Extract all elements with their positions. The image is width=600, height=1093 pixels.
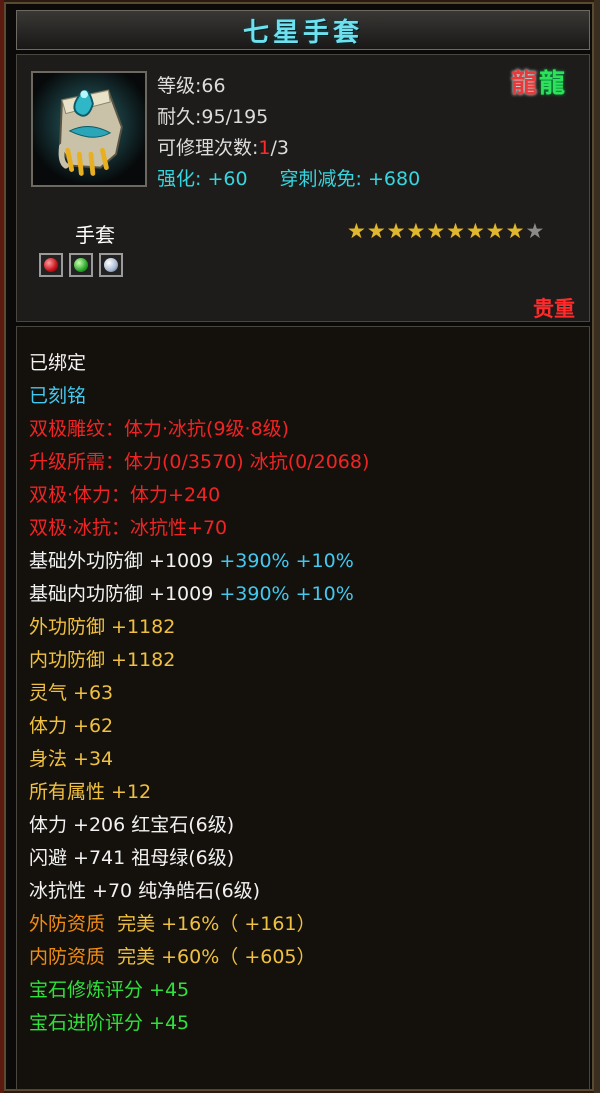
attribute-segment: 身法 +34	[29, 748, 114, 770]
repair-label: 可修理次数:	[157, 137, 259, 159]
attribute-segment: 宝石修炼评分 +45	[29, 979, 190, 1001]
repair-used: 1	[258, 137, 271, 159]
attribute-segment: 体力 +62	[29, 715, 114, 737]
attribute-line: 宝石进阶评分 +45	[29, 1007, 369, 1040]
attribute-line: 外功防御 +1182	[29, 611, 369, 644]
background-right-strip	[594, 0, 600, 1093]
star-filled-icon: ★	[485, 219, 505, 243]
attribute-line: 升级所需：体力(0/3570) 冰抗(0/2068)	[29, 446, 369, 479]
item-type: 手套	[75, 223, 115, 247]
attribute-segment: 灵气 +63	[29, 682, 114, 704]
white-gem-icon	[99, 253, 123, 277]
attribute-line: 内功防御 +1182	[29, 644, 369, 677]
attribute-segment: 双极·体力：体力+240	[29, 484, 221, 506]
attribute-line: 外防资质 完美 +16%（ +161）	[29, 908, 369, 941]
attribute-segment: 升级所需：体力(0/3570) 冰抗(0/2068)	[29, 451, 370, 473]
attribute-segment: 基础内功防御 +1009	[29, 583, 220, 605]
star-filled-icon: ★	[406, 219, 426, 243]
attribute-segment: 内功防御 +1182	[29, 649, 176, 671]
attribute-segment: 完美 +16%（ +161）	[111, 913, 316, 935]
red-dragon-icon: 龍	[511, 69, 538, 99]
attribute-segment: 冰抗性 +70 纯净皓石(6级)	[29, 880, 261, 902]
attribute-line: 所有属性 +12	[29, 776, 369, 809]
attribute-line: 已绑定	[29, 347, 369, 380]
attribute-line: 体力 +206 红宝石(6级)	[29, 809, 369, 842]
attribute-line: 基础内功防御 +1009 +390% +10%	[29, 578, 369, 611]
green-gem-icon	[69, 253, 93, 277]
star-filled-icon: ★	[465, 219, 485, 243]
corner-badges: 龍 龍	[511, 69, 565, 99]
attribute-segment: 宝石进阶评分 +45	[29, 1012, 190, 1034]
attribute-segment: +390% +10%	[219, 550, 354, 572]
item-level: 等级:66	[157, 75, 226, 97]
attribute-line: 灵气 +63	[29, 677, 369, 710]
star-filled-icon: ★	[386, 219, 406, 243]
item-name: 七星手套	[242, 17, 363, 48]
attribute-line: 基础外功防御 +1009 +390% +10%	[29, 545, 369, 578]
star-filled-icon: ★	[366, 219, 386, 243]
star-empty-icon: ★	[525, 219, 545, 243]
attribute-segment: 体力 +206 红宝石(6级)	[29, 814, 235, 836]
item-header-panel: 等级:66 耐久:95/195 可修理次数:1/3 强化: +60 穿刺减免: +…	[16, 54, 590, 322]
star-filled-icon: ★	[446, 219, 465, 243]
attribute-segment: 外功防御 +1182	[29, 616, 176, 638]
item-tooltip: 七星手套 等级:66 耐久:95/195 可修理次数:1/3 强化: +60 穿…	[4, 2, 594, 1091]
attribute-segment: 闪避 +741 祖母绿(6级)	[29, 847, 235, 869]
star-filled-icon: ★	[426, 219, 446, 243]
item-rarity: 贵重	[533, 297, 575, 321]
attribute-segment: +390% +10%	[219, 583, 354, 605]
attribute-segment: 内防资质	[29, 946, 112, 968]
attribute-list: 已绑定已刻铭双极雕纹：体力·冰抗(9级·8级) 升级所需：体力(0/3570) 冰…	[29, 347, 369, 1040]
attribute-line: 闪避 +741 祖母绿(6级)	[29, 842, 369, 875]
repair-total: /3	[270, 137, 290, 159]
attribute-segment: 所有属性 +12	[29, 781, 152, 803]
attribute-line: 双极雕纹：体力·冰抗(9级·8级)	[29, 413, 369, 446]
attribute-segment: 完美 +60%（ +605）	[111, 946, 316, 968]
green-dragon-icon: 龍	[539, 69, 566, 99]
item-durability: 耐久:95/195	[157, 106, 269, 128]
star-filled-icon: ★	[505, 219, 525, 243]
attribute-line: 双极·冰抗：冰抗性+70	[29, 512, 369, 545]
attribute-segment: 已绑定	[29, 352, 87, 374]
attribute-line: 宝石修炼评分 +45	[29, 974, 369, 1007]
attribute-segment: 双极·冰抗：冰抗性+70	[29, 517, 228, 539]
pierce-reduction: 穿刺减免: +680	[279, 168, 421, 190]
attribute-line: 冰抗性 +70 纯净皓石(6级)	[29, 875, 369, 908]
item-info: 等级:66 耐久:95/195 可修理次数:1/3 强化: +60 穿刺减免: +…	[157, 71, 420, 195]
attribute-line: 身法 +34	[29, 743, 369, 776]
star-rating: ★ ★ ★ ★ ★ ★ ★ ★ ★ ★	[347, 219, 544, 243]
enhance-value: 强化: +60	[157, 168, 248, 190]
attribute-line: 体力 +62	[29, 710, 369, 743]
attribute-segment: 基础外功防御 +1009	[29, 550, 220, 572]
attribute-line: 内防资质 完美 +60%（ +605）	[29, 941, 369, 974]
item-repair-count: 可修理次数:1/3	[157, 133, 420, 164]
attribute-segment: 已刻铭	[29, 385, 87, 407]
attribute-line: 双极·体力：体力+240	[29, 479, 369, 512]
red-gem-icon	[39, 253, 63, 277]
attribute-segment: 双极雕纹：体力·冰抗(9级·8级)	[29, 418, 290, 440]
title-bar: 七星手套	[16, 10, 590, 50]
item-enhance-row: 强化: +60 穿刺减免: +680	[157, 164, 420, 195]
attribute-segment: 外防资质	[29, 913, 112, 935]
gloves-icon	[31, 71, 147, 187]
attribute-panel: 已绑定已刻铭双极雕纹：体力·冰抗(9级·8级) 升级所需：体力(0/3570) 冰…	[16, 326, 590, 1090]
gem-sockets	[39, 253, 123, 277]
attribute-line: 已刻铭	[29, 380, 369, 413]
star-filled-icon: ★	[347, 219, 366, 243]
